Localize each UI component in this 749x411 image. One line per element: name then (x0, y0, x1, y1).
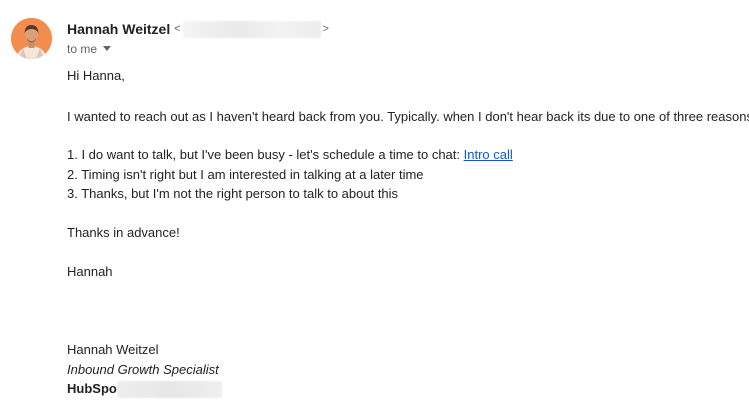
signoff-line: Hannah (67, 264, 113, 279)
chevron-down-icon[interactable] (103, 46, 112, 51)
recipient-details-toggle[interactable]: to me (67, 41, 112, 57)
signature-company: HubSpo (67, 381, 222, 398)
recipient-label: to me (67, 42, 98, 56)
signature-name: Hannah Weitzel (67, 342, 159, 357)
person-avatar-photo-icon (11, 18, 52, 59)
sender-name[interactable]: Hannah Weitzel (67, 21, 170, 37)
redacted-sender-email (182, 21, 321, 38)
option-2-line: 2. Timing isn't right but I am intereste… (67, 167, 424, 182)
sender-avatar[interactable] (11, 18, 52, 59)
option-3-line: 3. Thanks, but I'm not the right person … (67, 186, 399, 201)
sender-line: Hannah Weitzel < > (67, 20, 329, 38)
signature-title: Inbound Growth Specialist (67, 362, 219, 377)
intro-call-link[interactable]: Intro call (464, 147, 513, 162)
redacted-company-suffix (116, 381, 222, 398)
email-intro-paragraph: I wanted to reach out as I haven't heard… (67, 109, 749, 124)
option-1-text: 1. I do want to talk, but I've been busy… (67, 147, 464, 162)
thanks-line: Thanks in advance! (67, 225, 180, 240)
signature-company-text: HubSpo (67, 381, 117, 396)
email-angle-close: > (322, 23, 329, 35)
email-angle-open: < (174, 23, 181, 35)
option-1-line: 1. I do want to talk, but I've been busy… (67, 147, 513, 163)
email-view: Hannah Weitzel < > to me Hi Hanna, I want… (0, 0, 749, 411)
email-greeting: Hi Hanna, (67, 68, 125, 83)
